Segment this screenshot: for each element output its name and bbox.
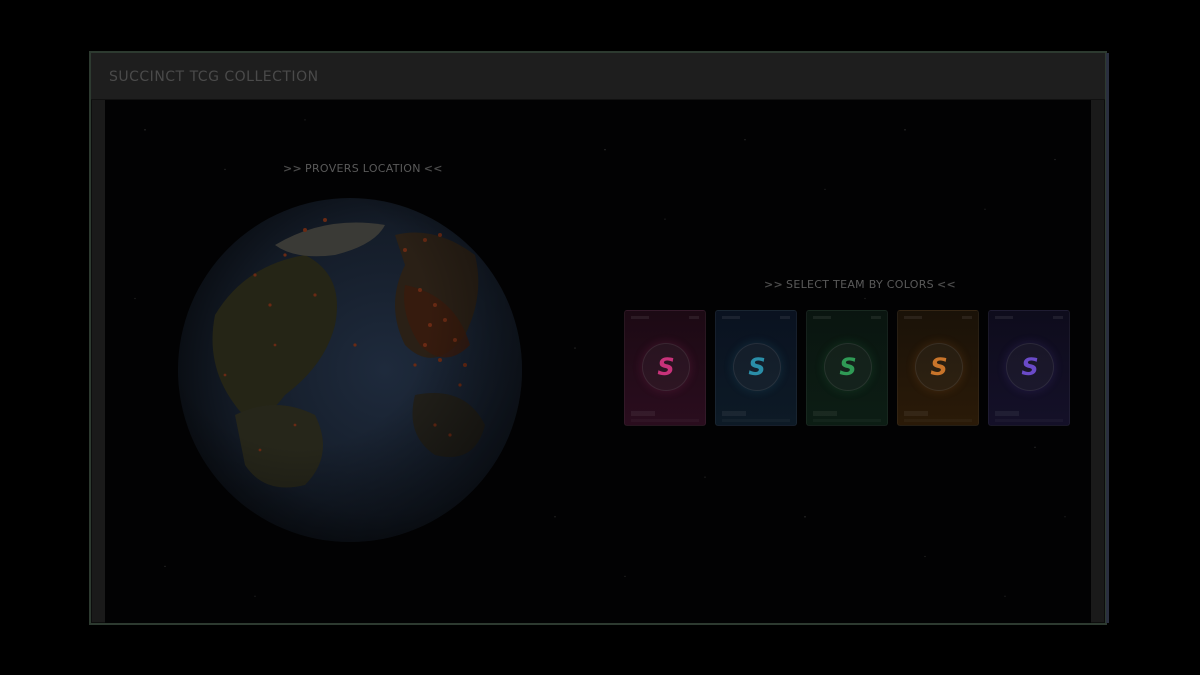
team-card-pink[interactable]: S: [624, 310, 706, 426]
main-content: >> PROVERS LOCATION << >> SELECT TEAM BY…: [105, 100, 1091, 623]
select-team-heading: >> SELECT TEAM BY COLORS <<: [761, 278, 959, 291]
emblem-glyph: S: [657, 353, 675, 381]
arrows-right-icon: <<: [936, 278, 957, 291]
card-footer-line: [722, 419, 790, 422]
succinct-logo-icon: S: [642, 343, 690, 391]
arrows-left-icon: >>: [764, 278, 784, 291]
succinct-logo-icon: S: [733, 343, 781, 391]
team-card-orange[interactable]: S: [897, 310, 979, 426]
titlebar: SUCCINCT TCG COLLECTION: [91, 53, 1105, 100]
card-header-strip: [813, 316, 881, 322]
card-header-strip: [722, 316, 790, 322]
team-card-purple[interactable]: S: [988, 310, 1070, 426]
team-card-blue[interactable]: S: [715, 310, 797, 426]
card-footer-line: [631, 419, 699, 422]
select-team-label: SELECT TEAM BY COLORS: [786, 278, 934, 291]
succinct-logo-icon: S: [1006, 343, 1054, 391]
arrows-right-icon: <<: [423, 162, 443, 175]
succinct-logo-icon: S: [915, 343, 963, 391]
emblem-glyph: S: [1021, 353, 1039, 381]
arrows-left-icon: >>: [283, 162, 303, 175]
globe-icon[interactable]: [175, 195, 525, 545]
card-header-strip: [904, 316, 972, 322]
card-header-strip: [995, 316, 1063, 322]
team-card-green[interactable]: S: [806, 310, 888, 426]
provers-location-heading: >> PROVERS LOCATION <<: [280, 162, 446, 175]
card-footer-bar: [904, 411, 928, 416]
card-footer-line: [995, 419, 1063, 422]
card-footer-bar: [995, 411, 1019, 416]
card-footer-bar: [813, 411, 837, 416]
card-footer-line: [813, 419, 881, 422]
team-card-list: SSSSS: [624, 310, 1070, 426]
app-title: SUCCINCT TCG COLLECTION: [109, 69, 319, 85]
window-edge: [1106, 53, 1109, 623]
app-window: SUCCINCT TCG COLLECTION >> PROVERS LOCATI…: [89, 51, 1109, 625]
provers-location-label: PROVERS LOCATION: [305, 162, 421, 175]
card-footer-line: [904, 419, 972, 422]
emblem-glyph: S: [748, 353, 766, 381]
card-footer-bar: [722, 411, 746, 416]
emblem-glyph: S: [839, 353, 857, 381]
card-header-strip: [631, 316, 699, 322]
card-footer-bar: [631, 411, 655, 416]
emblem-glyph: S: [930, 353, 948, 381]
succinct-logo-icon: S: [824, 343, 872, 391]
